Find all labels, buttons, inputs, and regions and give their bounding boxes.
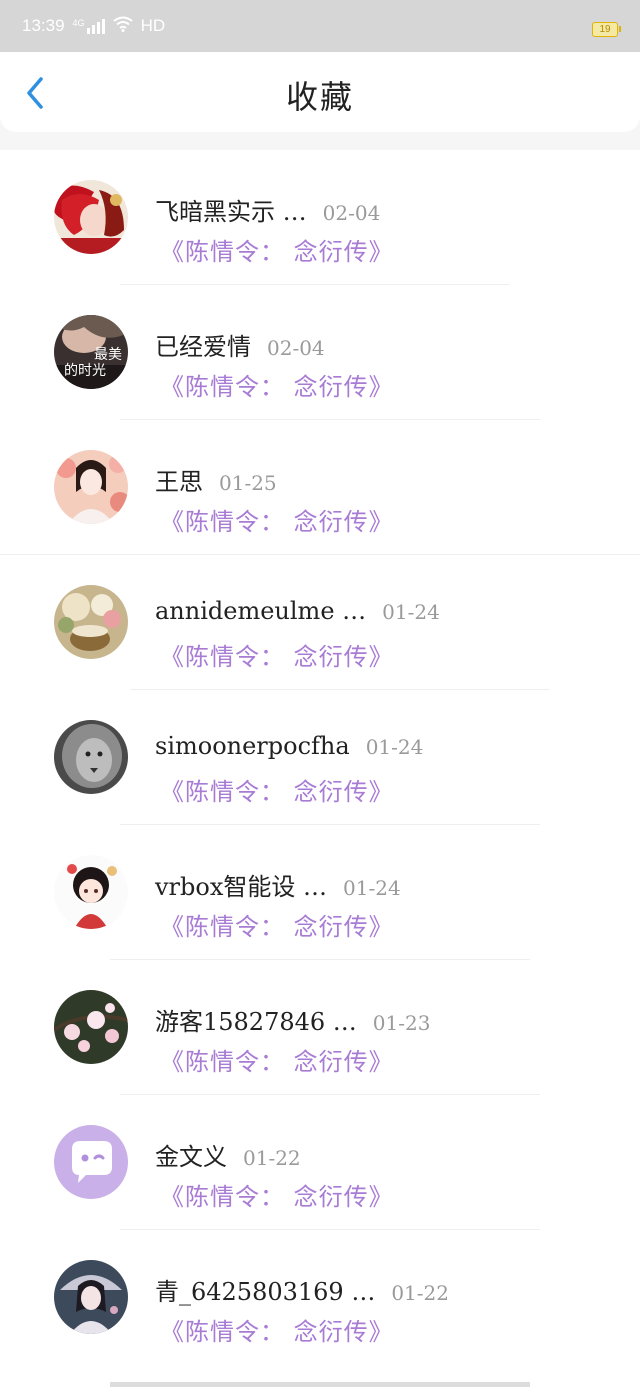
list-item[interactable]: 青_6425803169 … 01-22 《陈情令： 念衍传》 <box>0 1230 640 1365</box>
list-item[interactable]: 金文义 01-22 《陈情令： 念衍传》 <box>0 1095 640 1230</box>
novel-title[interactable]: 《陈情令： 念衍传》 <box>160 367 394 402</box>
novel-title[interactable]: 《陈情令： 念衍传》 <box>160 907 394 942</box>
battery-icon: 19 <box>592 22 621 37</box>
clock: 13:39 <box>22 16 65 35</box>
user-name: 金文义 <box>155 1143 227 1171</box>
favorites-list: 飞暗黑实示 … 02-04 《陈情令： 念衍传》 最美 的时光 已经爱情 02-… <box>0 150 640 1387</box>
list-item[interactable]: 最美 的时光 已经爱情 02-04 《陈情令： 念衍传》 <box>0 285 640 420</box>
user-name: 游客15827846 … <box>155 1008 357 1036</box>
network-type: 4G <box>72 18 85 28</box>
favorite-date: 02-04 <box>267 336 325 360</box>
novel-title[interactable]: 《陈情令： 念衍传》 <box>160 1177 394 1212</box>
user-name: 已经爱情 <box>155 333 251 361</box>
user-name: simoonerpocfha <box>155 732 350 760</box>
novel-title[interactable]: 《陈情令： 念衍传》 <box>160 502 394 537</box>
list-item[interactable]: 王思 01-25 《陈情令： 念衍传》 <box>0 420 640 555</box>
avatar[interactable] <box>54 990 128 1064</box>
user-name: vrbox智能设 … <box>155 873 328 901</box>
wifi-label: HD <box>140 16 166 35</box>
novel-title[interactable]: 《陈情令： 念衍传》 <box>160 637 394 672</box>
list-item[interactable]: 飞暗黑实示 … 02-04 《陈情令： 念衍传》 <box>0 150 640 285</box>
wifi-icon <box>112 16 133 37</box>
favorite-date: 01-24 <box>343 876 401 900</box>
avatar[interactable] <box>54 720 128 794</box>
chat-bubble-icon <box>72 1141 112 1183</box>
default-chat-avatar[interactable] <box>54 1125 128 1199</box>
list-item[interactable]: annidemeulme … 01-24 《陈情令： 念衍传》 <box>0 555 640 690</box>
status-bar: 13:39 4G HD 19 <box>0 0 640 52</box>
cell-signal-icon: 4G <box>73 18 105 34</box>
avatar[interactable] <box>54 855 128 929</box>
favorite-date: 01-23 <box>372 1011 431 1035</box>
user-name: annidemeulme … <box>155 597 367 625</box>
user-name: 王思 <box>155 468 203 496</box>
favorite-date: 01-22 <box>243 1146 301 1170</box>
scroll-indicator <box>110 1382 530 1387</box>
favorite-date: 01-22 <box>391 1281 449 1305</box>
avatar[interactable] <box>54 585 128 659</box>
list-item[interactable]: vrbox智能设 … 01-24 《陈情令： 念衍传》 <box>0 825 640 960</box>
favorite-date: 01-24 <box>382 600 440 624</box>
avatar[interactable] <box>54 180 128 254</box>
page-title: 收藏 <box>285 78 354 116</box>
list-item[interactable]: simoonerpocfha 01-24 《陈情令： 念衍传》 <box>0 690 640 825</box>
favorite-date: 01-24 <box>365 735 424 759</box>
book-cover-line2: 的时光 <box>64 363 106 379</box>
novel-title[interactable]: 《陈情令： 念衍传》 <box>160 1042 394 1077</box>
avatar[interactable] <box>54 1260 128 1334</box>
list-item[interactable]: 游客15827846 … 01-23 《陈情令： 念衍传》 <box>0 960 640 1095</box>
user-name: 飞暗黑实示 … <box>155 198 307 226</box>
battery-level: 19 <box>599 24 611 35</box>
favorite-date: 01-25 <box>219 471 277 495</box>
novel-title[interactable]: 《陈情令： 念衍传》 <box>160 1312 394 1347</box>
nav-bar: 收藏 <box>0 52 640 132</box>
book-cover-line1: 最美 <box>94 347 122 363</box>
user-name: 青_6425803169 … <box>155 1278 376 1306</box>
novel-title[interactable]: 《陈情令： 念衍传》 <box>160 772 394 807</box>
avatar[interactable]: 最美 的时光 <box>54 315 128 389</box>
favorite-date: 02-04 <box>322 201 381 225</box>
avatar[interactable] <box>54 450 128 524</box>
novel-title[interactable]: 《陈情令： 念衍传》 <box>160 232 394 267</box>
